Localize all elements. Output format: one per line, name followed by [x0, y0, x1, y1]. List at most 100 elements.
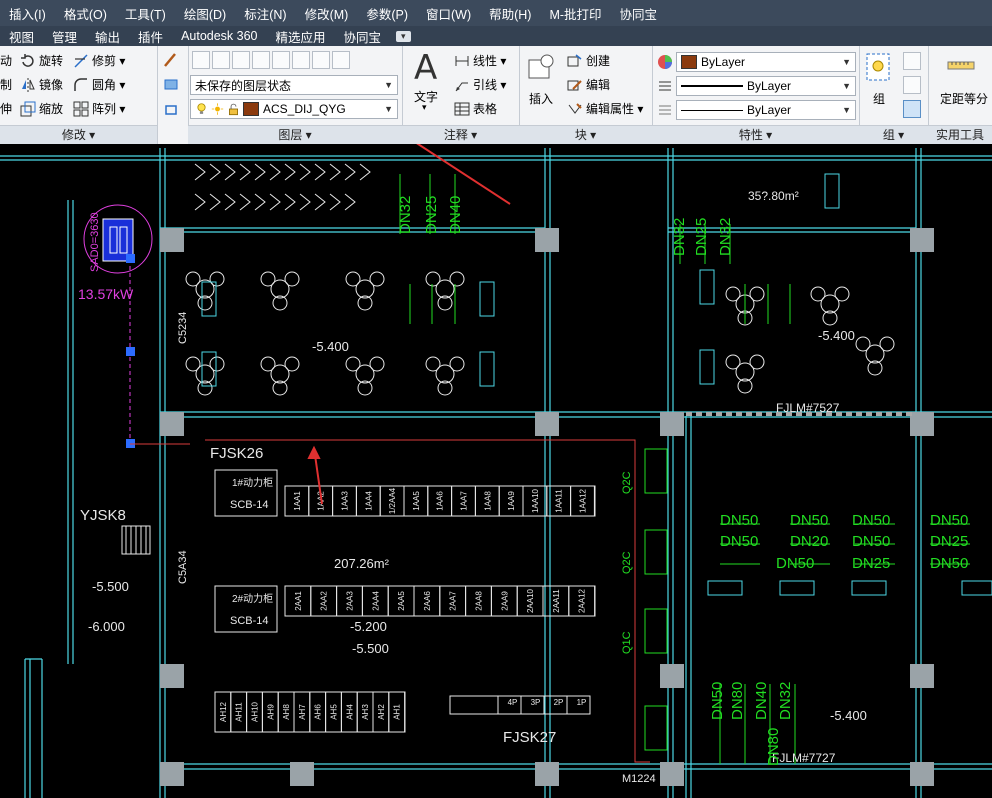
brush-icon[interactable] — [163, 52, 179, 68]
table-button[interactable]: 表格 — [473, 100, 497, 117]
menu-item[interactable]: 修改(M) — [296, 4, 358, 23]
camera-icon[interactable]: ▾ — [396, 30, 411, 42]
scale-icon[interactable] — [20, 101, 36, 117]
menu-item[interactable]: 绘图(D) — [175, 4, 235, 23]
list-icon[interactable] — [657, 102, 673, 118]
lineweight-dropdown[interactable]: ByLayer ▼ — [676, 100, 856, 120]
menu-item[interactable]: 格式(O) — [55, 4, 116, 23]
modify-panel-title[interactable]: 修改 ▾ — [0, 125, 157, 144]
menu-item[interactable]: 参数(P) — [357, 4, 417, 23]
annotation-panel-title[interactable]: 注释 ▾ — [402, 125, 519, 144]
fillet-icon[interactable] — [73, 77, 89, 93]
menu-item[interactable]: 协同宝 — [611, 4, 667, 23]
text-icon[interactable]: A — [414, 48, 437, 88]
group-panel-title[interactable]: 组 ▾ — [859, 125, 928, 144]
create-block-icon[interactable] — [567, 53, 583, 69]
array-button[interactable]: 阵列 ▾ — [92, 100, 125, 117]
ribbon-tab[interactable]: 协同宝 — [335, 27, 391, 46]
properties-panel-title[interactable]: 特性 ▾ — [652, 125, 859, 144]
hand-icon[interactable] — [163, 100, 179, 116]
board-cell-label: 1AA9 — [507, 491, 516, 511]
layer-tool-7[interactable] — [312, 51, 330, 69]
menu-item[interactable]: M-批打印 — [540, 4, 610, 23]
ungroup-button[interactable] — [903, 52, 921, 70]
trim-button[interactable]: 修剪 ▾ — [92, 52, 125, 69]
stretch-label[interactable]: 伸 — [0, 100, 12, 117]
current-layer-name: ACS_DIJ_QYG — [263, 102, 346, 116]
board-cell-label: 1P — [577, 698, 587, 707]
edit-block-icon[interactable] — [567, 77, 583, 93]
menu-item[interactable]: 窗口(W) — [417, 4, 480, 23]
table-icon[interactable] — [454, 101, 470, 117]
ribbon-tab[interactable]: Autodesk 360 — [172, 29, 266, 43]
array-icon[interactable] — [73, 101, 89, 117]
create-block-button[interactable]: 创建 — [586, 52, 610, 69]
menu-item[interactable]: 标注(N) — [235, 4, 295, 23]
drawing-canvas[interactable]: 1AA1 1AA2 1AA3 1AA4 1/2AA4 1AA5 1AA6 1AA7 1AA8 1A… — [0, 144, 992, 798]
block-panel-title[interactable]: 块 ▾ — [519, 125, 652, 144]
elevation-label: -5.400 — [830, 708, 867, 723]
utilities-panel-title[interactable]: 实用工具 — [928, 125, 992, 144]
ribbon-tab[interactable]: 精选应用 — [267, 27, 335, 46]
linetype-dropdown[interactable]: ByLayer ▼ — [676, 76, 856, 96]
color-dropdown[interactable]: ByLayer ▼ — [676, 52, 856, 72]
fillet-button[interactable]: 圆角 ▾ — [92, 76, 125, 93]
scale-button[interactable]: 缩放 — [39, 100, 63, 117]
dn-label: DN40 — [447, 196, 464, 234]
layer-properties-button[interactable] — [192, 51, 210, 69]
dn-label: DN25 — [423, 196, 440, 234]
leader-icon[interactable] — [454, 77, 470, 93]
measure-button-label[interactable]: 定距等分 — [940, 90, 988, 107]
group-edit-button[interactable] — [903, 76, 921, 94]
layer-match-icon[interactable] — [163, 76, 179, 92]
elevation-label: -5.500 — [92, 579, 129, 594]
linear-button[interactable]: 线性 ▾ — [473, 52, 506, 69]
layer-tool-3[interactable] — [232, 51, 250, 69]
trim-icon[interactable] — [73, 53, 89, 69]
mirror-button[interactable]: 镜像 — [39, 76, 63, 93]
ribbon-tab[interactable]: 插件 — [129, 27, 172, 46]
layer-tool-6[interactable] — [292, 51, 310, 69]
insert-button-label[interactable]: 插入 — [529, 90, 553, 107]
group-select-button[interactable] — [903, 100, 921, 118]
edit-attributes-button[interactable]: 编辑属性 ▾ — [586, 100, 643, 117]
menu-item[interactable]: 插入(I) — [0, 4, 55, 23]
utilities-panel: 定距等分 实用工具 — [928, 46, 992, 144]
ribbon-tab[interactable]: 管理 — [43, 27, 86, 46]
board-cell-label: AH5 — [330, 704, 339, 720]
group-button-label[interactable]: 组 — [873, 90, 885, 107]
unlock-icon[interactable] — [227, 101, 240, 117]
layer-tool-4[interactable] — [252, 51, 270, 69]
lightbulb-icon[interactable] — [195, 101, 208, 117]
layer-tool-8[interactable] — [332, 51, 350, 69]
color-wheel-icon[interactable] — [657, 54, 673, 70]
layer-dropdown[interactable]: ACS_DIJ_QYG ▼ — [190, 99, 398, 119]
ribbon-tab[interactable]: 输出 — [86, 27, 129, 46]
layer-tool-2[interactable] — [212, 51, 230, 69]
mirror-icon[interactable] — [20, 77, 36, 93]
menu-item[interactable]: 工具(T) — [116, 4, 175, 23]
edit-block-button[interactable]: 编辑 — [586, 76, 610, 93]
rotate-icon[interactable] — [20, 53, 36, 69]
group-icon[interactable] — [865, 52, 891, 82]
insert-block-icon[interactable] — [525, 52, 557, 84]
rotate-button[interactable]: 旋转 — [39, 52, 63, 69]
edit-attributes-icon[interactable] — [567, 101, 583, 117]
layer-panel-title[interactable]: 图层 ▾ — [188, 125, 402, 144]
linear-dim-icon[interactable] — [454, 53, 470, 69]
sun-icon[interactable] — [211, 101, 224, 117]
board-cell-label: 2AA12 — [578, 588, 587, 613]
chevron-down-icon[interactable]: ▾ — [422, 102, 427, 113]
measure-icon[interactable] — [946, 54, 976, 76]
power-label: 13.57kW — [78, 286, 134, 302]
move-label[interactable]: 动 — [0, 52, 12, 69]
layer-tool-5[interactable] — [272, 51, 290, 69]
block-panel: 插入 创建 编辑 编辑属性 ▾ 块 ▾ — [519, 46, 653, 144]
ribbon-tab[interactable]: 视图 — [0, 27, 43, 46]
layer-state-dropdown[interactable]: 未保存的图层状态 ▼ — [190, 75, 398, 95]
leader-button[interactable]: 引线 ▾ — [473, 76, 506, 93]
copy-label[interactable]: 制 — [0, 76, 12, 93]
board-cell-label: 2AA7 — [449, 591, 458, 611]
menu-item[interactable]: 帮助(H) — [480, 4, 540, 23]
match-properties-icon[interactable] — [657, 78, 673, 94]
